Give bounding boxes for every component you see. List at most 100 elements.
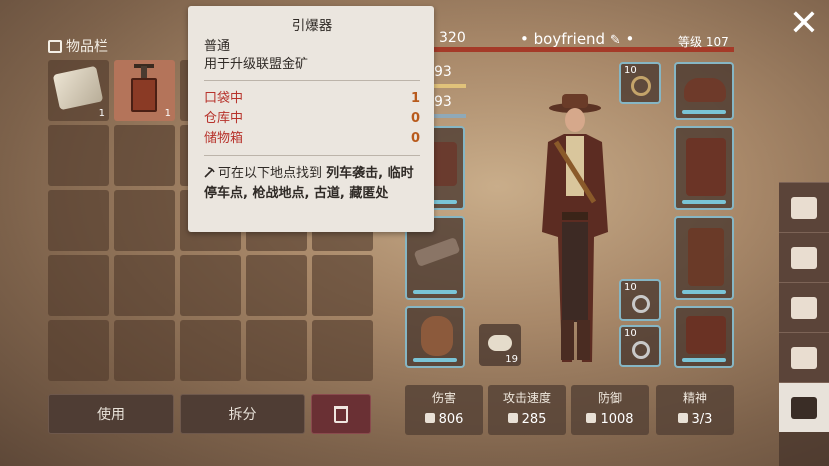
pickaxe-icon xyxy=(204,167,215,178)
equip-slot-boots[interactable] xyxy=(674,306,734,368)
inventory-title: 物品栏 xyxy=(48,36,108,56)
character-model xyxy=(542,94,608,362)
stat-defense-value: 1008 xyxy=(600,412,634,427)
inventory-slot[interactable] xyxy=(312,255,373,316)
stat-spirit: 精神 3/3 xyxy=(656,385,734,435)
consumable-slot[interactable]: 19 xyxy=(479,324,521,366)
stat-spirit-label: 精神 xyxy=(682,391,707,405)
player-stat-a-bar xyxy=(434,84,466,88)
ring-icon xyxy=(632,341,650,359)
inventory-slot[interactable] xyxy=(48,255,109,316)
stat-defense: 防御 1008 xyxy=(571,385,649,435)
inventory-slot[interactable] xyxy=(246,255,307,316)
accessory-quantity: 10 xyxy=(624,65,637,76)
stat-defense-label: 防御 xyxy=(597,391,622,405)
revolver-icon xyxy=(413,236,461,268)
inventory-slot[interactable] xyxy=(48,190,109,251)
inventory-slot[interactable] xyxy=(180,255,241,316)
split-button-label: 拆分 xyxy=(228,407,257,423)
side-tab-inventory[interactable] xyxy=(779,382,829,432)
inventory-slot[interactable] xyxy=(246,320,307,381)
boots-icon xyxy=(686,316,726,354)
sacks-icon xyxy=(791,296,817,319)
consumable-quantity: 19 xyxy=(505,354,518,365)
inventory-slot[interactable] xyxy=(48,320,109,381)
player-stat-a: 93 xyxy=(434,64,452,80)
close-button[interactable]: ✕ xyxy=(782,4,826,48)
find-prefix: 可在以下地点找到 xyxy=(218,166,323,181)
stat-attack-speed: 攻击速度 285 xyxy=(488,385,566,435)
pouch-icon xyxy=(421,316,453,356)
equip-slot-ring-1[interactable]: 10 xyxy=(619,279,661,321)
pocket-value: 1 xyxy=(410,91,420,106)
storage-label: 仓库中 xyxy=(204,111,244,126)
axe-icon xyxy=(424,413,435,423)
equip-slot-pants[interactable] xyxy=(674,216,734,300)
use-button-label: 使用 xyxy=(97,407,125,423)
item-quantity: 1 xyxy=(164,108,171,119)
equip-slot-coat[interactable] xyxy=(674,126,734,210)
storage-value: 0 xyxy=(410,111,420,126)
ring-icon xyxy=(632,295,650,313)
pocket-label: 口袋中 xyxy=(204,91,244,106)
equip-slot-hat[interactable] xyxy=(674,62,734,120)
stat-damage-value: 806 xyxy=(438,412,464,427)
trash-icon xyxy=(334,405,348,423)
inventory-slot[interactable] xyxy=(180,320,241,381)
pants-icon xyxy=(688,228,724,286)
wolf-icon xyxy=(677,413,688,423)
bag-icon xyxy=(791,396,817,419)
inventory-slot[interactable] xyxy=(114,320,175,381)
inventory-slot[interactable] xyxy=(114,125,175,186)
side-tab-resources[interactable] xyxy=(779,282,829,332)
shield-icon xyxy=(586,413,597,423)
tooltip-rarity: 普通 xyxy=(204,39,231,54)
cloth-icon xyxy=(52,65,104,111)
equip-slot-bag[interactable] xyxy=(405,306,465,368)
tooltip-row-pocket: 口袋中 1 xyxy=(204,89,420,109)
stat-damage: 伤害 806 xyxy=(405,385,483,435)
side-tab-workbench[interactable] xyxy=(779,182,829,232)
chest-value: 0 xyxy=(410,131,420,146)
player-name[interactable]: • boyfriend ✎ • xyxy=(520,30,634,48)
hat-icon xyxy=(684,78,726,102)
stat-spirit-value: 3/3 xyxy=(691,412,713,427)
player-stat-b-bar xyxy=(434,114,466,118)
equip-slot-ring-2[interactable]: 10 xyxy=(619,325,661,367)
inventory-slot[interactable] xyxy=(48,125,109,186)
tooltip-row-chest: 储物箱 0 xyxy=(204,129,420,149)
tooltip-divider xyxy=(204,80,420,81)
player-name-label: boyfriend xyxy=(533,30,606,48)
chest-label: 储物箱 xyxy=(204,131,244,146)
edit-pencil-icon[interactable]: ✎ xyxy=(610,33,621,48)
use-button[interactable]: 使用 xyxy=(48,394,174,434)
equip-slot-accessory[interactable]: 10 xyxy=(619,62,661,104)
close-icon: ✕ xyxy=(788,3,820,44)
tooltip-description: 用于升级联盟金矿 xyxy=(204,57,309,72)
item-tooltip: 引爆器 普通 用于升级联盟金矿 口袋中 1 仓库中 0 储物箱 0 可在以下地点… xyxy=(188,6,434,232)
tooltip-divider xyxy=(204,155,420,156)
inventory-slot[interactable] xyxy=(312,320,373,381)
inventory-slot[interactable] xyxy=(114,190,175,251)
ring-1-quantity: 10 xyxy=(624,282,637,293)
side-menu xyxy=(779,182,829,466)
tooltip-title: 引爆器 xyxy=(291,18,333,34)
tooltip-row-storage: 仓库中 0 xyxy=(204,109,420,129)
stat-damage-label: 伤害 xyxy=(431,391,456,405)
split-button[interactable]: 拆分 xyxy=(180,394,305,434)
item-quantity: 1 xyxy=(98,108,105,119)
inventory-slot-cloth[interactable]: 1 xyxy=(48,60,109,121)
anvil-icon xyxy=(791,346,817,369)
inventory-title-label: 物品栏 xyxy=(66,39,108,55)
side-tab-anvil[interactable] xyxy=(779,332,829,382)
inventory-slot-detonator[interactable]: 1 xyxy=(114,60,175,121)
ointment-icon xyxy=(488,335,512,351)
player-level: 等级 107 xyxy=(678,35,729,49)
inventory-slot[interactable] xyxy=(114,255,175,316)
discard-button[interactable] xyxy=(311,394,371,434)
speed-axe-icon xyxy=(507,413,518,423)
stat-attack-speed-label: 攻击速度 xyxy=(502,391,551,405)
workbench-icon xyxy=(791,196,817,219)
coat-icon xyxy=(686,138,726,196)
side-tab-blueprint[interactable] xyxy=(779,232,829,282)
